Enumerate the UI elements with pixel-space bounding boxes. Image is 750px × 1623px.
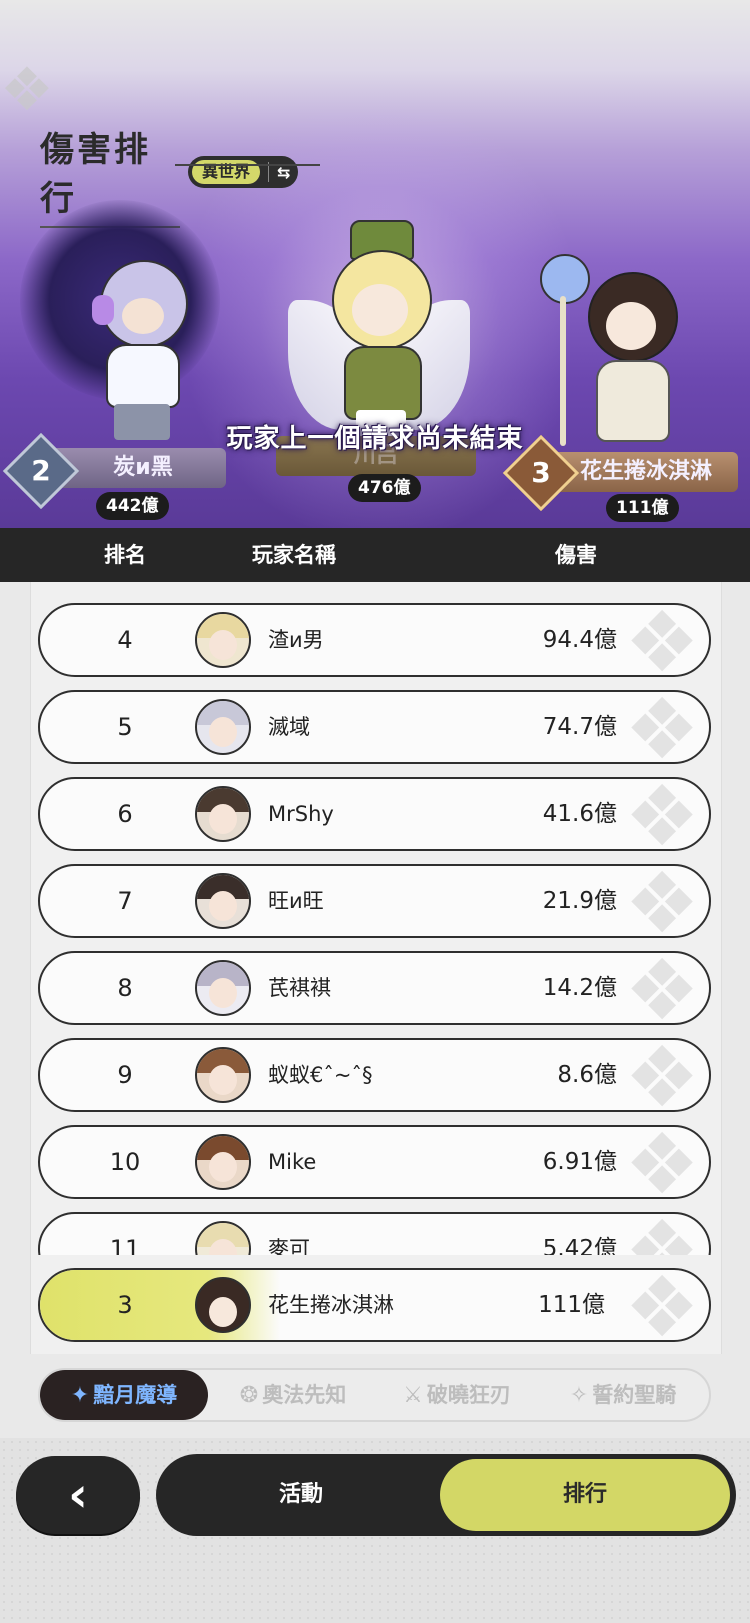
corner-emblem-icon: ❖ bbox=[0, 55, 54, 125]
col-rank-header: 排名 bbox=[104, 543, 146, 567]
row-emblem-icon: ❖ bbox=[624, 603, 700, 677]
row-damage: 6.91億 bbox=[542, 1149, 617, 1175]
table-row[interactable]: ❖ 4 渣и男 94.4億 bbox=[38, 603, 711, 677]
row-rank: 10 bbox=[109, 1148, 141, 1176]
my-player-name: 花生捲冰淇淋 bbox=[268, 1293, 394, 1317]
col-damage-header: 傷害 bbox=[555, 543, 597, 567]
second-place-character[interactable] bbox=[90, 240, 200, 440]
tab-dark-moon-mage[interactable]: ✦ 黯月魔導 bbox=[40, 1370, 208, 1420]
character-face bbox=[122, 298, 164, 334]
row-player-name: 麥可 bbox=[268, 1237, 310, 1255]
avatar[interactable] bbox=[195, 612, 251, 668]
avatar[interactable] bbox=[195, 960, 251, 1016]
character-face bbox=[352, 284, 408, 336]
my-damage: 111億 bbox=[538, 1292, 605, 1318]
row-player-name: 芪褀褀 bbox=[268, 976, 331, 1000]
tab-label: 破曉狂刃 bbox=[426, 1383, 511, 1407]
row-player-name: 滅域 bbox=[268, 715, 310, 739]
title-underline bbox=[175, 164, 320, 166]
tab-dawn-berserker[interactable]: ⚔ 破曉狂刃 bbox=[376, 1370, 538, 1420]
tab-arcane-prophet[interactable]: ❂ 奧法先知 bbox=[212, 1370, 374, 1420]
avatar[interactable] bbox=[195, 1221, 251, 1255]
row-emblem-icon: ❖ bbox=[624, 1268, 700, 1342]
tab-label: 黯月魔導 bbox=[93, 1383, 178, 1407]
second-place-damage: 442億 bbox=[96, 492, 169, 520]
row-emblem-icon: ❖ bbox=[624, 690, 700, 764]
third-place-rank: 3 bbox=[531, 456, 551, 489]
table-row[interactable]: ❖ 7 旺и旺 21.9億 bbox=[38, 864, 711, 938]
tab-label: 奧法先知 bbox=[262, 1383, 347, 1407]
table-row[interactable]: ❖ 9 蚁蚁€ˆ~ˆ§ 8.6億 bbox=[38, 1038, 711, 1112]
third-place-name: 花生捲冰淇淋 bbox=[579, 459, 712, 484]
row-rank: 8 bbox=[117, 974, 133, 1002]
table-row[interactable]: ❖ 11 麥可 5.42億 bbox=[38, 1212, 711, 1255]
dawn-berserker-icon: ⚔ bbox=[403, 1383, 423, 1408]
row-emblem-icon: ❖ bbox=[624, 1038, 700, 1112]
avatar[interactable] bbox=[195, 786, 251, 842]
row-emblem-icon: ❖ bbox=[624, 777, 700, 851]
avatar[interactable] bbox=[195, 1277, 251, 1333]
second-place-name: 炭и黑 bbox=[113, 455, 173, 480]
row-player-name: 旺и旺 bbox=[268, 889, 324, 913]
row-damage: 94.4億 bbox=[542, 627, 617, 653]
back-button[interactable]: ‹ bbox=[16, 1456, 140, 1534]
row-damage: 5.42億 bbox=[542, 1236, 617, 1255]
table-row[interactable]: ❖ 8 芪褀褀 14.2億 bbox=[38, 951, 711, 1025]
row-player-name: MrShy bbox=[268, 802, 334, 826]
row-damage: 21.9億 bbox=[542, 888, 617, 914]
oath-paladin-icon: ✧ bbox=[569, 1383, 589, 1408]
first-place-damage: 476億 bbox=[348, 474, 421, 502]
my-rank-row[interactable]: ❖ 3 花生捲冰淇淋 111億 bbox=[38, 1268, 711, 1342]
row-rank: 6 bbox=[117, 800, 133, 828]
activity-button[interactable]: 活動 bbox=[156, 1454, 446, 1536]
table-row[interactable]: ❖ 10 Mike 6.91億 bbox=[38, 1125, 711, 1199]
row-rank: 4 bbox=[117, 626, 133, 654]
row-player-name: 蚁蚁€ˆ~ˆ§ bbox=[268, 1063, 373, 1087]
row-damage: 74.7億 bbox=[542, 714, 617, 740]
ranking-list[interactable]: ❖ 4 渣и男 94.4億 ❖ 5 滅域 74.7億 ❖ 6 MrShy 41.… bbox=[38, 600, 713, 1255]
row-emblem-icon: ❖ bbox=[624, 951, 700, 1025]
chevron-left-icon: ‹ bbox=[68, 1467, 88, 1523]
row-damage: 8.6億 bbox=[557, 1062, 617, 1088]
tab-label: 誓約聖騎 bbox=[592, 1383, 677, 1407]
avatar[interactable] bbox=[195, 1134, 251, 1190]
world-switch-button[interactable]: 異世界 ⇆ bbox=[188, 156, 299, 188]
character-body bbox=[106, 344, 180, 408]
row-player-name: Mike bbox=[268, 1150, 317, 1174]
table-row[interactable]: ❖ 5 滅域 74.7億 bbox=[38, 690, 711, 764]
request-pending-toast: 玩家上一個請求尚未結束 bbox=[226, 424, 524, 454]
col-name-header: 玩家名稱 bbox=[252, 543, 336, 567]
ranking-button[interactable]: 排行 bbox=[440, 1459, 730, 1531]
table-row[interactable]: ❖ 6 MrShy 41.6億 bbox=[38, 777, 711, 851]
my-rank: 3 bbox=[117, 1291, 133, 1319]
row-player-name: 渣и男 bbox=[268, 628, 324, 652]
row-emblem-icon: ❖ bbox=[624, 1125, 700, 1199]
row-emblem-icon: ❖ bbox=[624, 864, 700, 938]
tab-oath-paladin[interactable]: ✧ 誓約聖騎 bbox=[540, 1370, 706, 1420]
avatar[interactable] bbox=[195, 1047, 251, 1103]
character-face bbox=[606, 302, 656, 350]
bottom-nav: 活動 排行 bbox=[156, 1454, 736, 1536]
headphone-icon bbox=[92, 295, 114, 325]
row-damage: 41.6億 bbox=[542, 801, 617, 827]
avatar[interactable] bbox=[195, 873, 251, 929]
arcane-prophet-icon: ❂ bbox=[239, 1383, 259, 1408]
class-tabs: ✦ 黯月魔導 ❂ 奧法先知 ⚔ 破曉狂刃 ✧ 誓約聖騎 bbox=[38, 1368, 711, 1422]
dark-moon-mage-icon: ✦ bbox=[70, 1383, 90, 1408]
first-place-character[interactable] bbox=[310, 220, 450, 440]
row-rank: 7 bbox=[117, 887, 133, 915]
third-place-damage: 111億 bbox=[606, 494, 679, 522]
ranking-table-header: 排名 玩家名稱 傷害 bbox=[0, 528, 750, 582]
row-damage: 14.2億 bbox=[542, 975, 617, 1001]
row-emblem-icon: ❖ bbox=[607, 1214, 709, 1255]
row-rank: 11 bbox=[109, 1235, 141, 1255]
row-rank: 9 bbox=[117, 1061, 133, 1089]
podium-banner: ❖ 傷害排行 異世界 ⇆ 炭и黑 2 442億 川吕 476億 花生捲冰淇淋 3… bbox=[0, 0, 750, 528]
row-rank: 5 bbox=[117, 713, 133, 741]
character-body bbox=[344, 346, 422, 420]
avatar[interactable] bbox=[195, 699, 251, 755]
